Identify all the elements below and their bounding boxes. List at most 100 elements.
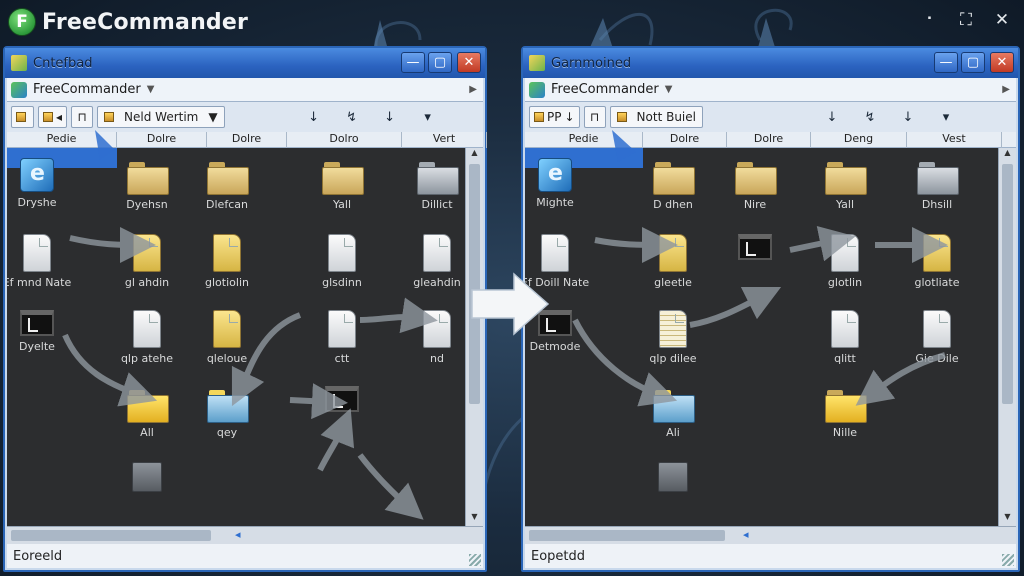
toolbar-button-copy[interactable]: ◂: [38, 106, 68, 128]
file-item[interactable]: glotlin: [805, 234, 885, 289]
chevron-down-icon[interactable]: ▼: [147, 84, 155, 95]
close-window-icon[interactable]: ✕: [990, 8, 1014, 32]
minimize-icon[interactable]: —: [934, 52, 958, 73]
dropdown-icon[interactable]: ▾: [417, 110, 439, 125]
scroll-thumb[interactable]: [11, 530, 211, 541]
column-header[interactable]: Dolre: [117, 132, 207, 148]
scroll-left-icon[interactable]: ◂: [235, 528, 241, 541]
menu-dots-icon[interactable]: ⠂: [920, 8, 944, 32]
column-header[interactable]: Dolro: [287, 132, 402, 148]
scroll-thumb[interactable]: [529, 530, 725, 541]
resize-grip-icon[interactable]: [1002, 554, 1014, 566]
right-panel-titlebar[interactable]: Garnmoined — ▢ ✕: [523, 48, 1018, 78]
column-header[interactable]: Vest: [907, 132, 1002, 148]
column-header[interactable]: Deng: [811, 132, 907, 148]
column-header[interactable]: Pedie: [7, 132, 117, 148]
file-item[interactable]: ctt: [302, 310, 382, 365]
file-item[interactable]: Ef mnd Nate: [7, 234, 77, 289]
scroll-down-icon[interactable]: ▼: [999, 512, 1016, 526]
file-item[interactable]: qlp dilee: [633, 310, 713, 365]
sort-arrow-icon[interactable]: ↓: [821, 110, 843, 125]
chevron-right-icon[interactable]: ▶: [469, 84, 477, 95]
toolbar-button-up[interactable]: ⊓: [583, 106, 606, 128]
file-item[interactable]: glotliate: [897, 234, 977, 289]
file-item[interactable]: glsdinn: [302, 234, 382, 289]
maximize-icon[interactable]: ▢: [961, 52, 985, 73]
close-icon[interactable]: ✕: [457, 52, 481, 73]
sync-icon[interactable]: ↯: [341, 110, 363, 125]
file-item[interactable]: nd: [397, 310, 465, 365]
scroll-down-icon[interactable]: ▼: [466, 512, 483, 526]
scroll-up-icon[interactable]: ▲: [999, 148, 1016, 162]
dropdown-icon[interactable]: ▾: [935, 110, 957, 125]
file-item[interactable]: Ali: [633, 386, 713, 439]
right-horizontal-scrollbar[interactable]: ◂: [525, 526, 1016, 544]
file-item[interactable]: gleahdin: [397, 234, 465, 289]
right-filter-combo[interactable]: Nott Buiel: [609, 106, 703, 128]
download-arrow-icon[interactable]: ↓: [897, 110, 919, 125]
minimize-icon[interactable]: —: [401, 52, 425, 73]
left-file-list[interactable]: Dryshe Dyehsn Dlefcan Yall Dillict Ef mnd Nat…: [7, 148, 465, 526]
document-icon: [923, 234, 951, 272]
file-item[interactable]: [715, 234, 795, 264]
file-item[interactable]: qey: [187, 386, 267, 439]
scroll-up-icon[interactable]: ▲: [466, 148, 483, 162]
left-vertical-scrollbar[interactable]: ▲ ▼: [465, 148, 483, 526]
left-address-bar[interactable]: FreeCommander ▼ ▶: [7, 78, 483, 102]
column-header[interactable]: Vert: [402, 132, 487, 148]
sort-arrow-icon[interactable]: ↓: [303, 110, 325, 125]
file-item[interactable]: Yall: [805, 158, 885, 211]
scroll-thumb[interactable]: [1002, 164, 1013, 404]
right-vertical-scrollbar[interactable]: ▲ ▼: [998, 148, 1016, 526]
column-header[interactable]: Dolre: [207, 132, 287, 148]
file-item[interactable]: qlitt: [805, 310, 885, 365]
close-icon[interactable]: ✕: [990, 52, 1014, 73]
file-item[interactable]: Dyelte: [7, 310, 77, 353]
file-item[interactable]: gl ahdin: [107, 234, 187, 289]
file-item[interactable]: Dhsill: [897, 158, 977, 211]
left-panel-titlebar[interactable]: Cntefbad — ▢ ✕: [5, 48, 485, 78]
sync-icon[interactable]: ↯: [859, 110, 881, 125]
file-item[interactable]: D dhen: [633, 158, 713, 211]
folder-icon: [825, 158, 867, 195]
file-item[interactable]: Dryshe: [7, 158, 77, 209]
file-item[interactable]: [107, 462, 187, 496]
file-item[interactable]: Dyehsn: [107, 158, 187, 211]
left-toolbar: ◂ ⊓ Neld Wertim ▼ ↓ ↯ ↓ ▾: [7, 102, 483, 132]
file-item[interactable]: Dillict: [397, 158, 465, 211]
file-item-label: Detmode: [529, 340, 581, 353]
left-filter-combo[interactable]: Neld Wertim ▼: [97, 106, 225, 128]
scroll-left-icon[interactable]: ◂: [743, 528, 749, 541]
file-item[interactable]: Yall: [302, 158, 382, 211]
file-item[interactable]: Mighte: [525, 158, 595, 209]
maximize-icon[interactable]: ▢: [428, 52, 452, 73]
resize-grip-icon[interactable]: [469, 554, 481, 566]
folder-icon: [825, 386, 867, 423]
toolbar-button-view[interactable]: PP ↓: [529, 106, 580, 128]
file-item[interactable]: gleetle: [633, 234, 713, 289]
toolbar-button-view[interactable]: [11, 106, 34, 128]
right-address-bar[interactable]: FreeCommander ▼ ▶: [525, 78, 1016, 102]
file-item[interactable]: Nille: [805, 386, 885, 439]
toolbar-button-up[interactable]: ⊓: [71, 106, 94, 128]
chevron-right-icon[interactable]: ▶: [1002, 84, 1010, 95]
download-arrow-icon[interactable]: ↓: [379, 110, 401, 125]
chevron-down-icon[interactable]: ▼: [665, 84, 673, 95]
right-file-list[interactable]: MighteD dhenNireYallDhsillEf Doill Nateg…: [525, 148, 998, 526]
left-horizontal-scrollbar[interactable]: ◂: [7, 526, 483, 544]
file-item[interactable]: glotiolin: [187, 234, 267, 289]
chevron-down-icon: ▼: [208, 110, 218, 124]
file-item[interactable]: qlp atehe: [107, 310, 187, 365]
file-item[interactable]: [633, 462, 713, 496]
file-item[interactable]: Nire: [715, 158, 795, 211]
column-header[interactable]: Dolre: [727, 132, 811, 148]
column-header[interactable]: Pedie: [525, 132, 643, 148]
file-item[interactable]: All: [107, 386, 187, 439]
folder-icon: [735, 158, 777, 195]
column-header[interactable]: Dolre: [643, 132, 727, 148]
file-item[interactable]: qleloue: [187, 310, 267, 365]
file-item[interactable]: Gie Dile: [897, 310, 977, 365]
restore-window-icon[interactable]: ⛶: [954, 8, 978, 32]
file-item[interactable]: [302, 386, 382, 416]
file-item[interactable]: Dlefcan: [187, 158, 267, 211]
